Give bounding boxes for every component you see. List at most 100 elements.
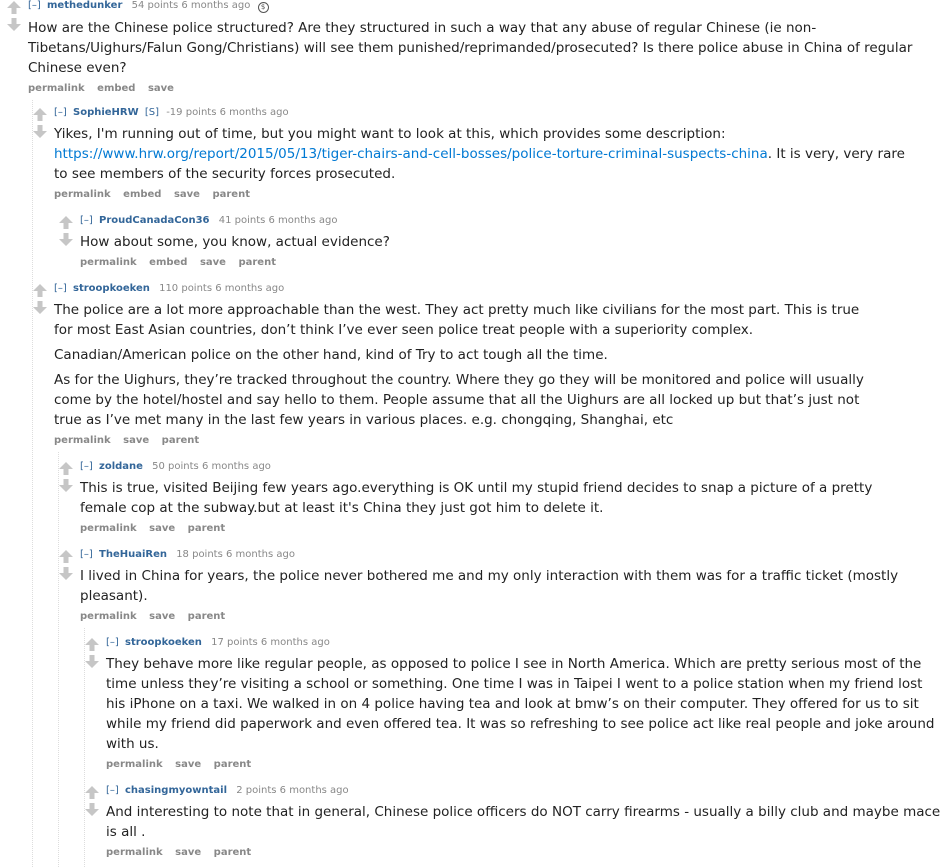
comment-tagline: [–] chasingmyowntail 2 points 6 months a… (106, 785, 941, 797)
comment-paragraph: The police are a lot more approachable t… (54, 302, 860, 338)
downvote-arrow-icon[interactable] (58, 232, 74, 247)
upvote-arrow-icon[interactable] (58, 549, 74, 564)
collapse-toggle[interactable]: [–] (106, 785, 119, 796)
comment-tagline: [–] TheHuaiRen 18 points 6 months ago (80, 549, 900, 561)
gilded-icon: $ (257, 2, 269, 13)
save-button[interactable]: save (148, 83, 174, 94)
comment-author[interactable]: stroopkoeken (73, 283, 150, 294)
comment-author[interactable]: ProudCanadaCon36 (99, 215, 210, 226)
comment-paragraph: Yikes, I'm running out of time, but you … (54, 124, 914, 184)
collapse-toggle[interactable]: [–] (80, 549, 93, 560)
comment-paragraph: How are the Chinese police structured? A… (28, 20, 913, 76)
parent-button[interactable]: parent (238, 257, 276, 268)
comment-paragraph: This is true, visited Beijing few years … (80, 480, 873, 516)
comment-body: Yikes, I'm running out of time, but you … (54, 124, 914, 184)
upvote-arrow-icon[interactable] (32, 283, 48, 298)
comment-author[interactable]: zoldane (99, 461, 143, 472)
upvote-arrow-icon[interactable] (6, 0, 22, 15)
comment-body: This is true, visited Beijing few years … (80, 478, 915, 518)
permalink-button[interactable]: permalink (106, 847, 163, 858)
permalink-button[interactable]: permalink (28, 83, 85, 94)
comment-actions: permalink save parent (54, 435, 879, 446)
save-button[interactable]: save (175, 847, 201, 858)
thread-line (32, 100, 33, 867)
comment-entry: [–] ProudCanadaCon36 41 points 6 months … (80, 215, 940, 268)
comment-age: 6 months ago (279, 785, 349, 796)
comment-tagline: [–] methedunker 54 points 6 months ago $ (28, 0, 943, 13)
save-button[interactable]: save (174, 189, 200, 200)
comment-paragraph: How about some, you know, actual evidenc… (80, 234, 390, 250)
comment-actions: permalink embed save parent (80, 257, 940, 268)
upvote-arrow-icon[interactable] (58, 461, 74, 476)
permalink-button[interactable]: permalink (106, 759, 163, 770)
permalink-button[interactable]: permalink (80, 611, 137, 622)
comment-entry: [–] SophieHRW [S] -19 points 6 months ag… (54, 107, 914, 200)
comment-age: 6 months ago (226, 549, 295, 560)
downvote-arrow-icon[interactable] (32, 300, 48, 315)
collapse-toggle[interactable]: [–] (54, 107, 67, 118)
comment-tagline: [–] zoldane 50 points 6 months ago (80, 461, 915, 473)
downvote-arrow-icon[interactable] (84, 802, 100, 817)
comment-entry: [–] stroopkoeken 17 points 6 months ago … (106, 637, 946, 770)
parent-button[interactable]: parent (162, 435, 200, 446)
embed-button[interactable]: embed (123, 189, 161, 200)
parent-button[interactable]: parent (188, 523, 226, 534)
collapse-toggle[interactable]: [–] (28, 0, 41, 11)
comment-author[interactable]: SophieHRW (73, 107, 139, 118)
comment-score: 54 points (131, 0, 179, 11)
comment-actions: permalink save parent (106, 759, 946, 770)
parent-button[interactable]: parent (214, 759, 252, 770)
comment-age: 6 months ago (260, 637, 330, 648)
comment-paragraph: And interesting to note that in general,… (106, 804, 941, 840)
parent-button[interactable]: parent (188, 611, 226, 622)
comment-score: 41 points (218, 215, 266, 226)
comment-actions: permalink embed save parent (54, 189, 914, 200)
comment-age: 6 months ago (181, 0, 251, 11)
embed-button[interactable]: embed (97, 83, 135, 94)
report-link[interactable]: https://www.hrw.org/report/2015/05/13/ti… (54, 146, 768, 162)
comment-actions: permalink save parent (80, 611, 900, 622)
comment-author[interactable]: chasingmyowntail (125, 785, 227, 796)
permalink-button[interactable]: permalink (54, 189, 111, 200)
downvote-arrow-icon[interactable] (32, 124, 48, 139)
parent-button[interactable]: parent (212, 189, 250, 200)
comment-age: 6 months ago (215, 283, 285, 294)
submitter-badge: [S] (144, 107, 160, 118)
save-button[interactable]: save (175, 759, 201, 770)
comment-age: 6 months ago (201, 461, 271, 472)
comment-paragraph: I lived in China for years, the police n… (80, 568, 899, 604)
downvote-arrow-icon[interactable] (58, 478, 74, 493)
upvote-arrow-icon[interactable] (84, 785, 100, 800)
downvote-arrow-icon[interactable] (6, 17, 22, 32)
comment-body: The police are a lot more approachable t… (54, 300, 879, 430)
comment-body: They behave more like regular people, as… (106, 654, 946, 754)
collapse-toggle[interactable]: [–] (106, 637, 119, 648)
collapse-toggle[interactable]: [–] (80, 215, 93, 226)
parent-button[interactable]: parent (214, 847, 252, 858)
comment-author[interactable]: stroopkoeken (125, 637, 202, 648)
comment-text: Yikes, I'm running out of time, but you … (54, 126, 726, 142)
permalink-button[interactable]: permalink (80, 257, 137, 268)
upvote-arrow-icon[interactable] (58, 215, 74, 230)
comment-tagline: [–] stroopkoeken 17 points 6 months ago (106, 637, 946, 649)
thread-line (58, 452, 59, 867)
comment-body: And interesting to note that in general,… (106, 802, 941, 842)
permalink-button[interactable]: permalink (54, 435, 111, 446)
downvote-arrow-icon[interactable] (58, 566, 74, 581)
collapse-toggle[interactable]: [–] (80, 461, 93, 472)
upvote-arrow-icon[interactable] (84, 637, 100, 652)
save-button[interactable]: save (123, 435, 149, 446)
save-button[interactable]: save (149, 611, 175, 622)
upvote-arrow-icon[interactable] (32, 107, 48, 122)
embed-button[interactable]: embed (149, 257, 187, 268)
save-button[interactable]: save (149, 523, 175, 534)
downvote-arrow-icon[interactable] (84, 654, 100, 669)
comment-author[interactable]: TheHuaiRen (99, 549, 167, 560)
comment-author[interactable]: methedunker (47, 0, 122, 11)
save-button[interactable]: save (200, 257, 226, 268)
comment-score: 18 points (176, 549, 223, 560)
comment-body: How about some, you know, actual evidenc… (80, 232, 940, 252)
permalink-button[interactable]: permalink (80, 523, 137, 534)
comment-entry: [–] methedunker 54 points 6 months ago $… (28, 0, 943, 94)
collapse-toggle[interactable]: [–] (54, 283, 67, 294)
